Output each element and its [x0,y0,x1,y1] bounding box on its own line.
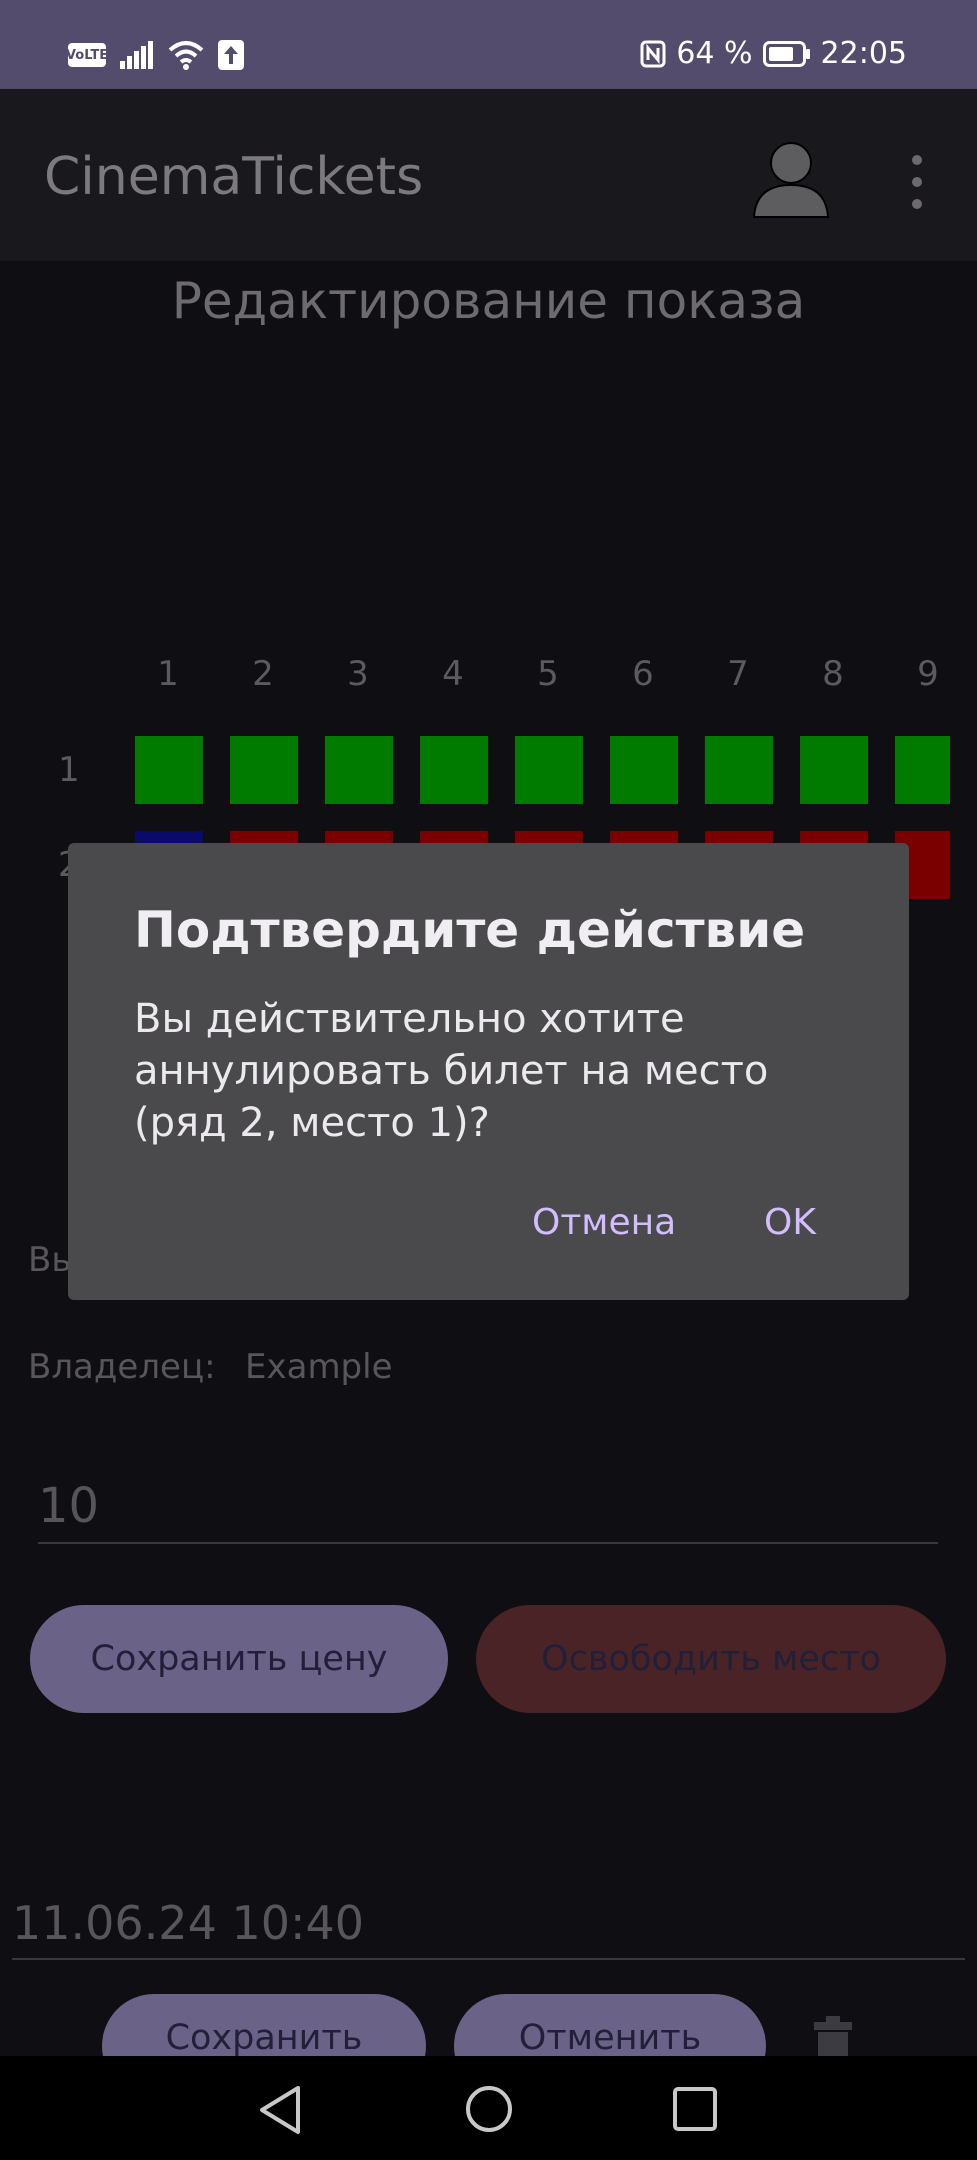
upload-icon [218,40,244,70]
column-number: 4 [442,654,464,694]
seat-r1-c4[interactable] [420,736,488,804]
column-number: 1 [157,654,179,694]
save-price-button[interactable]: Сохранить цену [30,1605,448,1713]
home-icon[interactable] [464,2084,514,2134]
wifi-icon [168,41,204,70]
row-number: 1 [58,750,80,790]
seat-r1-c6[interactable] [610,736,678,804]
dialog-title: Подтвердите действие [134,901,806,959]
page-title: Редактирование показа [171,272,806,330]
seat-r1-c9[interactable] [895,736,950,804]
free-seat-button[interactable]: Освободить место [476,1605,946,1713]
battery-icon [762,40,810,67]
seat-r1-c7[interactable] [705,736,773,804]
seat-r1-c8[interactable] [800,736,868,804]
dialog-message: Вы действительно хотите аннулировать бил… [134,996,769,1146]
nfc-icon [640,40,666,67]
column-number: 2 [252,654,274,694]
column-number: 8 [822,654,844,694]
volte-icon: VoLTE [66,43,108,67]
owner-label: Владелец: [28,1347,216,1387]
back-icon[interactable] [256,2084,304,2136]
clock: 22:05 [820,36,907,71]
column-number: 3 [347,654,369,694]
dialog-ok-button[interactable]: OK [764,1202,816,1243]
seat-r1-c3[interactable] [325,736,393,804]
dialog-cancel-button[interactable]: Отмена [532,1202,676,1243]
column-number: 5 [537,654,559,694]
status-left-icons: VoLTE [66,40,244,70]
signal-icon [120,41,153,69]
price-input[interactable]: 10 [38,1478,99,1534]
app-title: CinemaTickets [44,147,424,207]
seat-r1-c1[interactable] [135,736,203,804]
trash-icon[interactable] [810,2016,856,2056]
battery-percent: 64 % [676,36,753,71]
confirm-dialog: Подтвердите действие Вы действительно хо… [68,843,909,1300]
column-number: 9 [917,654,939,694]
seat-r1-c5[interactable] [515,736,583,804]
price-input-underline [38,1542,938,1544]
datetime-input[interactable]: 11.06.24 10:40 [12,1896,364,1950]
account-icon[interactable] [748,135,834,221]
seat-r1-c2[interactable] [230,736,298,804]
datetime-input-underline [12,1958,965,1960]
recents-icon[interactable] [672,2086,718,2132]
status-bar: VoLTE 64 % 22:05 [0,0,977,89]
navigation-bar [0,2056,977,2160]
status-right: 64 % 22:05 [640,36,907,71]
owner-value: Example [245,1347,393,1387]
more-vert-icon[interactable] [904,155,930,209]
column-number: 7 [727,654,749,694]
app-bar: CinemaTickets [0,89,977,261]
column-number: 6 [632,654,654,694]
